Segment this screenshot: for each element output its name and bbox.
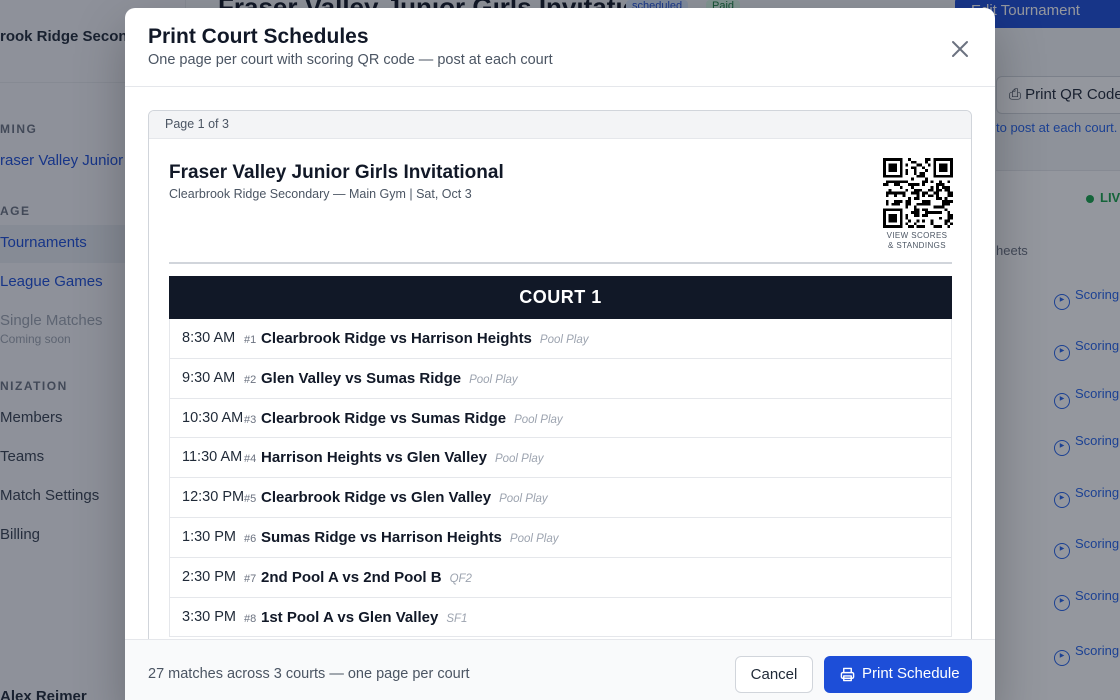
match-time: 1:30 PM xyxy=(182,528,236,545)
match-phase: Pool Play xyxy=(499,493,548,506)
dialog-footer: 27 matches across 3 courts — one page pe… xyxy=(125,639,995,700)
match-teams: 2nd Pool A vs 2nd Pool B xyxy=(261,568,442,586)
match-row: 10:30 AM #3 Clearbrook Ridge vs Sumas Ri… xyxy=(170,399,951,439)
match-teams: 1st Pool A vs Glen Valley xyxy=(261,608,439,626)
dialog-title: Print Court Schedules xyxy=(148,25,369,48)
match-list: 8:30 AM #1 Clearbrook Ridge vs Harrison … xyxy=(169,319,952,638)
match-teams: Clearbrook Ridge vs Sumas Ridge xyxy=(261,409,507,427)
match-teams: Clearbrook Ridge vs Harrison Heights xyxy=(261,330,532,347)
sheet-subtitle: Clearbrook Ridge Secondary — Main Gym | … xyxy=(169,187,472,201)
match-phase: QF2 xyxy=(449,572,472,585)
close-icon xyxy=(952,41,968,57)
match-time: 9:30 AM xyxy=(182,369,236,386)
qr-caption-line1: VIEW SCORES xyxy=(886,231,948,240)
page-indicator: Page 1 of 3 xyxy=(149,111,971,139)
match-row: 11:30 AM #4 Harrison Heights vs Glen Val… xyxy=(170,438,951,479)
match-phase: Pool Play xyxy=(494,453,544,466)
match-phase: Pool Play xyxy=(469,373,518,386)
match-number: #3 xyxy=(244,413,257,426)
match-number: #2 xyxy=(244,373,257,386)
qr-caption: VIEW SCORES & STANDINGS xyxy=(867,231,967,250)
print-schedule-button[interactable]: Print Schedule xyxy=(824,656,972,693)
match-teams: Harrison Heights vs Glen Valley xyxy=(261,449,487,467)
match-number: #8 xyxy=(244,612,257,625)
match-phase: Pool Play xyxy=(539,334,589,346)
match-row: 3:30 PM #8 1st Pool A vs Glen Valley SF1 xyxy=(170,598,951,638)
match-phase: Pool Play xyxy=(509,532,559,545)
match-number: #7 xyxy=(244,572,257,585)
court-banner: COURT 1 xyxy=(169,276,952,319)
match-time: 11:30 AM xyxy=(182,449,243,466)
cancel-button[interactable]: Cancel xyxy=(735,656,813,693)
match-time: 3:30 PM xyxy=(182,608,236,625)
schedule-preview: Page 1 of 3 Fraser Valley Junior Girls I… xyxy=(148,110,972,639)
match-row: 9:30 AM #2 Glen Valley vs Sumas Ridge Poo… xyxy=(170,359,951,399)
print-schedule-label: Print Schedule xyxy=(862,665,960,682)
dialog-body[interactable]: Page 1 of 3 Fraser Valley Junior Girls I… xyxy=(125,88,995,639)
dialog-subtitle: One page per court with scoring QR code … xyxy=(148,52,553,68)
match-number: #6 xyxy=(244,532,257,545)
match-phase: SF1 xyxy=(446,612,468,625)
match-teams: Glen Valley vs Sumas Ridge xyxy=(261,369,462,387)
close-button[interactable] xyxy=(947,36,973,62)
qr-code-icon xyxy=(883,158,953,228)
printer-icon xyxy=(840,667,855,682)
match-time: 8:30 AM xyxy=(182,330,236,346)
match-teams: Clearbrook Ridge vs Glen Valley xyxy=(261,489,492,507)
match-time: 2:30 PM xyxy=(182,568,236,585)
match-time: 10:30 AM xyxy=(182,409,244,426)
matches-summary: 27 matches across 3 courts — one page pe… xyxy=(148,666,470,682)
match-row: 2:30 PM #7 2nd Pool A vs 2nd Pool B QF2 xyxy=(170,558,951,598)
match-row: 1:30 PM #6 Sumas Ridge vs Harrison Heigh… xyxy=(170,518,951,558)
match-time: 12:30 PM xyxy=(182,489,245,506)
print-court-schedules-dialog: Print Court Schedules One page per court… xyxy=(125,8,995,700)
dialog-header: Print Court Schedules One page per court… xyxy=(125,8,995,87)
match-phase: Pool Play xyxy=(514,413,563,426)
sheet-title: Fraser Valley Junior Girls Invitational xyxy=(169,162,504,183)
match-number: #4 xyxy=(244,453,257,466)
match-number: #5 xyxy=(244,493,257,506)
match-number: #1 xyxy=(244,334,257,346)
match-teams: Sumas Ridge vs Harrison Heights xyxy=(261,528,502,546)
match-row: 12:30 PM #5 Clearbrook Ridge vs Glen Val… xyxy=(170,478,951,518)
qr-caption-line2: & STANDINGS xyxy=(887,240,947,250)
match-row: 8:30 AM #1 Clearbrook Ridge vs Harrison … xyxy=(170,319,951,359)
sheet-divider xyxy=(169,262,952,264)
